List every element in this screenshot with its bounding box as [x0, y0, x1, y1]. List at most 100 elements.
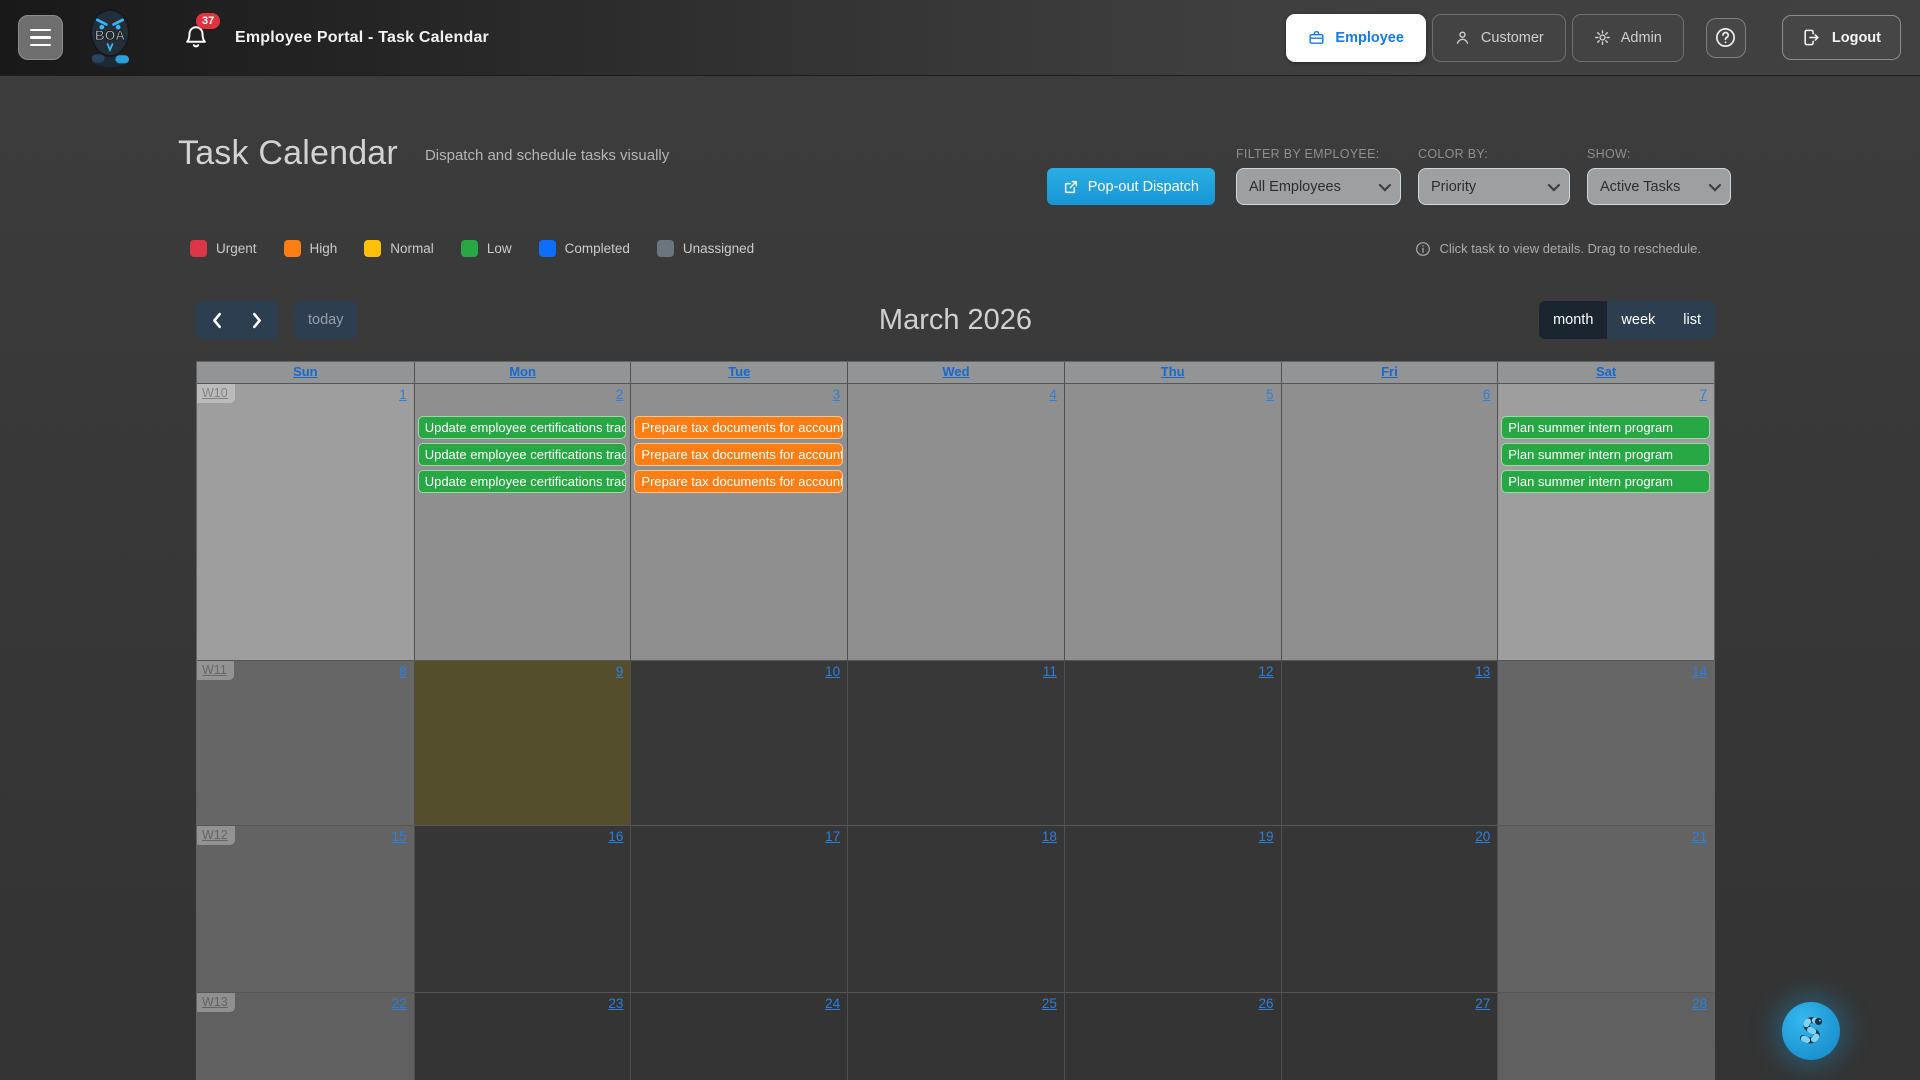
day-number-link[interactable]: 6: [1483, 387, 1491, 402]
filter-select[interactable]: Priority: [1418, 168, 1570, 205]
day-header-fri[interactable]: Fri: [1281, 362, 1498, 383]
day-cell-26[interactable]: 26: [1064, 992, 1281, 1080]
notifications-bell[interactable]: 37: [183, 22, 211, 54]
day-cell-16[interactable]: 16: [414, 825, 631, 992]
role-button-employee[interactable]: Employee: [1286, 14, 1426, 62]
day-cell-25[interactable]: 25: [847, 992, 1064, 1080]
task-chip[interactable]: Update employee certifications tracker: [418, 470, 627, 493]
day-cell-12[interactable]: 12: [1064, 660, 1281, 825]
task-chip[interactable]: Plan summer intern program: [1501, 470, 1710, 493]
day-number-link[interactable]: 13: [1475, 664, 1490, 679]
day-header-tue[interactable]: Tue: [630, 362, 847, 383]
day-number-link[interactable]: 1: [399, 387, 407, 402]
day-cell-23[interactable]: 23: [414, 992, 631, 1080]
day-number-link[interactable]: 12: [1259, 664, 1274, 679]
filter-select[interactable]: Active Tasks: [1587, 168, 1731, 205]
day-cell-11[interactable]: 11: [847, 660, 1064, 825]
logout-button[interactable]: Logout: [1782, 15, 1901, 60]
day-number-link[interactable]: 20: [1475, 829, 1490, 844]
next-month-button[interactable]: [237, 301, 278, 339]
chat-assistant-button[interactable]: [1782, 1002, 1840, 1060]
role-button-admin[interactable]: Admin: [1572, 14, 1684, 62]
task-chip[interactable]: Plan summer intern program: [1501, 443, 1710, 466]
day-cell-21[interactable]: 21: [1497, 825, 1714, 992]
day-number-link[interactable]: 5: [1266, 387, 1274, 402]
legend-item-unassigned: Unassigned: [657, 240, 754, 257]
day-cell-27[interactable]: 27: [1281, 992, 1498, 1080]
day-cell-5[interactable]: 5: [1064, 383, 1281, 660]
day-number-link[interactable]: 25: [1042, 996, 1057, 1011]
view-button-week[interactable]: week: [1607, 301, 1669, 339]
filter-label: COLOR BY:: [1418, 147, 1570, 161]
day-cell-4[interactable]: 4: [847, 383, 1064, 660]
day-number-link[interactable]: 19: [1259, 829, 1274, 844]
day-cell-10[interactable]: 10: [630, 660, 847, 825]
day-header-sat[interactable]: Sat: [1497, 362, 1714, 383]
day-cell-24[interactable]: 24: [630, 992, 847, 1080]
view-button-month[interactable]: month: [1539, 301, 1607, 339]
day-number-link[interactable]: 2: [616, 387, 624, 402]
day-cell-3[interactable]: 3 Prepare tax documents for accountant Pre…: [630, 383, 847, 660]
day-number-link[interactable]: 28: [1692, 996, 1707, 1011]
day-number-link[interactable]: 14: [1692, 664, 1707, 679]
day-cell-28[interactable]: 28: [1497, 992, 1714, 1080]
prev-month-button[interactable]: [196, 301, 237, 339]
day-number-link[interactable]: 16: [608, 829, 623, 844]
day-number-link[interactable]: 3: [833, 387, 841, 402]
task-chip[interactable]: Plan summer intern program: [1501, 416, 1710, 439]
day-cell-17[interactable]: 17: [630, 825, 847, 992]
briefcase-icon: [1308, 29, 1325, 46]
day-header-mon[interactable]: Mon: [414, 362, 631, 383]
day-cell-14[interactable]: 14: [1497, 660, 1714, 825]
task-chip[interactable]: Prepare tax documents for accountant: [634, 470, 843, 493]
legend-label: Normal: [390, 241, 434, 256]
task-chip[interactable]: Prepare tax documents for accountant: [634, 443, 843, 466]
day-cell-8[interactable]: W11 8: [197, 660, 414, 825]
day-number-link[interactable]: 4: [1049, 387, 1057, 402]
day-number-link[interactable]: 21: [1692, 829, 1707, 844]
day-number-link[interactable]: 7: [1699, 387, 1707, 402]
filter-select[interactable]: All Employees: [1236, 168, 1401, 205]
day-header-thu[interactable]: Thu: [1064, 362, 1281, 383]
task-chip[interactable]: Prepare tax documents for accountant: [634, 416, 843, 439]
day-cell-15[interactable]: W12 15: [197, 825, 414, 992]
day-cell-9[interactable]: 9: [414, 660, 631, 825]
role-button-customer[interactable]: Customer: [1432, 14, 1566, 62]
today-button[interactable]: today: [294, 301, 357, 339]
page-subtitle: Dispatch and schedule tasks visually: [425, 147, 669, 164]
day-header-wed[interactable]: Wed: [847, 362, 1064, 383]
week-number-link[interactable]: W10: [197, 384, 235, 403]
day-number-link[interactable]: 10: [825, 664, 840, 679]
day-cell-1[interactable]: W10 1: [197, 383, 414, 660]
menu-button[interactable]: [18, 15, 63, 60]
popout-dispatch-button[interactable]: Pop-out Dispatch: [1047, 168, 1215, 205]
day-number-link[interactable]: 8: [399, 664, 407, 679]
day-number-link[interactable]: 17: [825, 829, 840, 844]
day-number-link[interactable]: 26: [1259, 996, 1274, 1011]
day-cell-22[interactable]: W13 22: [197, 992, 414, 1080]
day-cell-2[interactable]: 2 Update employee certifications tracker U…: [414, 383, 631, 660]
day-cell-18[interactable]: 18: [847, 825, 1064, 992]
day-cell-13[interactable]: 13: [1281, 660, 1498, 825]
day-header-sun[interactable]: Sun: [197, 362, 414, 383]
help-button[interactable]: [1706, 18, 1746, 58]
day-cell-6[interactable]: 6: [1281, 383, 1498, 660]
day-number-link[interactable]: 9: [616, 664, 624, 679]
day-number-link[interactable]: 15: [392, 829, 407, 844]
day-cell-20[interactable]: 20: [1281, 825, 1498, 992]
day-number-link[interactable]: 18: [1042, 829, 1057, 844]
task-chip[interactable]: Update employee certifications tracker: [418, 443, 627, 466]
day-number-link[interactable]: 24: [825, 996, 840, 1011]
day-number-link[interactable]: 22: [392, 996, 407, 1011]
task-chip[interactable]: Update employee certifications tracker: [418, 416, 627, 439]
week-number-link[interactable]: W11: [197, 661, 234, 680]
day-number-link[interactable]: 27: [1475, 996, 1490, 1011]
day-cell-19[interactable]: 19: [1064, 825, 1281, 992]
view-button-list[interactable]: list: [1669, 301, 1715, 339]
day-number-link[interactable]: 11: [1043, 664, 1057, 679]
day-number-link[interactable]: 23: [608, 996, 623, 1011]
week-number-link[interactable]: W13: [197, 993, 235, 1012]
week-number-link[interactable]: W12: [197, 826, 235, 845]
day-cell-7[interactable]: 7 Plan summer intern program Plan summer i…: [1497, 383, 1714, 660]
top-navbar: BOA 37 Employee Portal - Task Calendar E…: [0, 0, 1920, 76]
